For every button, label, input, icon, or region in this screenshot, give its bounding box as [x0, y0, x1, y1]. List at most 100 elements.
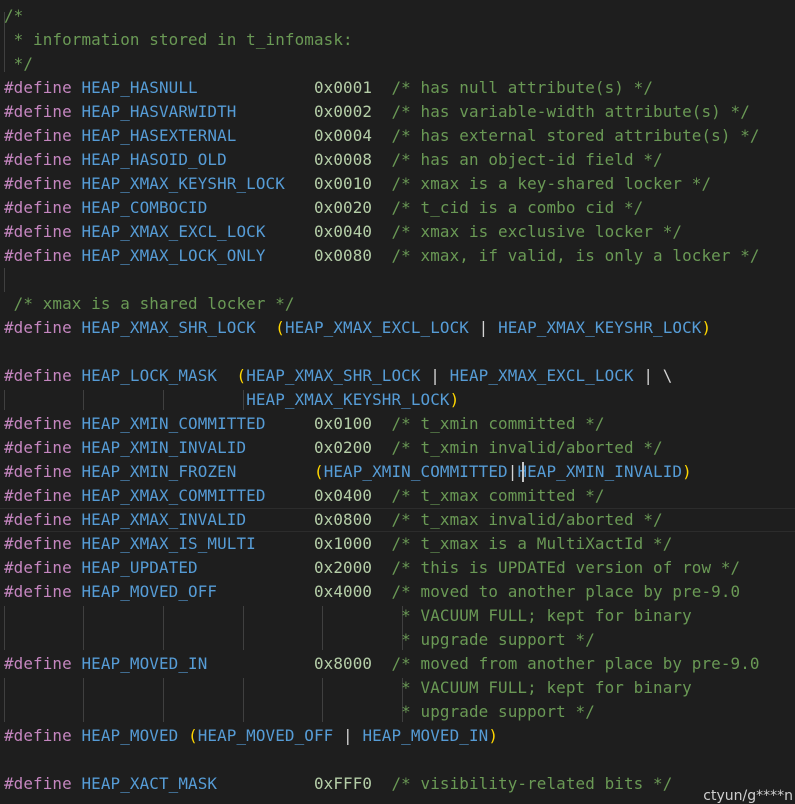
code-token: #define [4, 78, 82, 97]
code-token: /* t_xmin committed */ [391, 414, 605, 433]
code-line[interactable]: #define HEAP_XMAX_INVALID 0x0800 /* t_xm… [4, 508, 663, 532]
code-token: HEAP_HASVARWIDTH [81, 102, 237, 121]
code-line[interactable]: */ [4, 52, 33, 76]
code-line[interactable]: #define HEAP_MOVED_OFF 0x4000 /* moved t… [4, 580, 740, 604]
code-line[interactable]: * VACUUM FULL; kept for binary [4, 604, 692, 628]
code-line[interactable]: * information stored in t_infomask: [4, 28, 353, 52]
code-token: HEAP_XMAX_KEYSHR_LOCK [81, 174, 285, 193]
code-line[interactable]: #define HEAP_MOVED_IN 0x8000 /* moved fr… [4, 652, 760, 676]
code-line[interactable]: * upgrade support */ [4, 700, 595, 724]
code-token: 0x0020 [314, 198, 373, 217]
code-line[interactable]: #define HEAP_HASNULL 0x0001 /* has null … [4, 76, 653, 100]
code-token: #define [4, 438, 82, 457]
code-token: HEAP_XMAX_LOCK_ONLY [81, 246, 266, 265]
code-token: * information stored in t_infomask: [4, 30, 353, 49]
code-line[interactable]: #define HEAP_HASOID_OLD 0x0008 /* has an… [4, 148, 663, 172]
code-line[interactable]: #define HEAP_UPDATED 0x2000 /* this is U… [4, 556, 740, 580]
code-line[interactable]: /* [4, 4, 23, 28]
code-line[interactable]: #define HEAP_XACT_MASK 0xFFF0 /* visibil… [4, 772, 672, 796]
code-token: /* has external stored attribute(s) */ [391, 126, 760, 145]
code-line[interactable]: #define HEAP_XMIN_COMMITTED 0x0100 /* t_… [4, 412, 605, 436]
code-token: #define [4, 582, 82, 601]
code-token: HEAP_XMAX_SHR_LOCK [81, 318, 256, 337]
code-token: /* has null attribute(s) */ [391, 78, 654, 97]
code-token: HEAP_XACT_MASK [81, 774, 218, 793]
code-token: HEAP_XMIN_INVALID [517, 462, 683, 481]
code-line[interactable]: HEAP_XMAX_KEYSHR_LOCK) [4, 388, 459, 412]
code-line[interactable]: #define HEAP_XMIN_INVALID 0x0200 /* t_xm… [4, 436, 663, 460]
code-line[interactable]: * upgrade support */ [4, 628, 595, 652]
code-token: #define [4, 102, 82, 121]
code-token: HEAP_XMIN_COMMITTED [323, 462, 508, 481]
code-line[interactable]: * VACUUM FULL; kept for binary [4, 676, 692, 700]
code-token: HEAP_COMBOCID [81, 198, 208, 217]
text-cursor [522, 462, 524, 482]
code-token: HEAP_XMIN_INVALID [81, 438, 247, 457]
code-line[interactable]: /* xmax is a shared locker */ [4, 292, 295, 316]
code-line[interactable]: #define HEAP_XMAX_KEYSHR_LOCK 0x0010 /* … [4, 172, 711, 196]
code-token: #define [4, 414, 82, 433]
code-token: HEAP_XMAX_EXCL_LOCK [81, 222, 266, 241]
code-line[interactable]: #define HEAP_XMAX_COMMITTED 0x0400 /* t_… [4, 484, 605, 508]
code-line[interactable]: #define HEAP_XMAX_SHR_LOCK (HEAP_XMAX_EX… [4, 316, 711, 340]
code-token: 0x0004 [314, 126, 373, 145]
code-line[interactable]: #define HEAP_MOVED (HEAP_MOVED_OFF | HEA… [4, 724, 498, 748]
code-editor[interactable]: /* * information stored in t_infomask: *… [0, 0, 795, 804]
code-token: #define [4, 510, 82, 529]
code-line[interactable]: #define HEAP_HASVARWIDTH 0x0002 /* has v… [4, 100, 750, 124]
code-token: #define [4, 558, 82, 577]
code-line[interactable]: #define HEAP_COMBOCID 0x0020 /* t_cid is… [4, 196, 643, 220]
code-line[interactable]: #define HEAP_XMIN_FROZEN (HEAP_XMIN_COMM… [4, 460, 692, 484]
code-token: #define [4, 150, 82, 169]
code-token: HEAP_XMAX_EXCL_LOCK [449, 366, 634, 385]
code-token: /* has an object-id field */ [391, 150, 663, 169]
code-line[interactable]: #define HEAP_XMAX_LOCK_ONLY 0x0080 /* xm… [4, 244, 760, 268]
code-token: HEAP_MOVED_OFF [197, 726, 334, 745]
code-token: #define [4, 198, 82, 217]
code-token: 0x0010 [314, 174, 373, 193]
code-token: ) [449, 390, 460, 409]
code-line[interactable]: #define HEAP_XMAX_IS_MULTI 0x1000 /* t_x… [4, 532, 672, 556]
code-token: ( [314, 462, 324, 481]
code-token: #define [4, 726, 82, 745]
code-line[interactable]: #define HEAP_XMAX_EXCL_LOCK 0x0040 /* xm… [4, 220, 682, 244]
code-token: 0x0100 [314, 414, 373, 433]
code-line[interactable]: #define HEAP_HASEXTERNAL 0x0004 /* has e… [4, 124, 760, 148]
code-token: #define [4, 222, 82, 241]
code-token: 0x0800 [314, 510, 373, 529]
code-token: * VACUUM FULL; kept for binary [401, 606, 692, 625]
code-line[interactable]: #define HEAP_LOCK_MASK (HEAP_XMAX_SHR_LO… [4, 364, 672, 388]
code-token: * upgrade support */ [401, 630, 595, 649]
code-token: | [333, 726, 363, 745]
code-token: ) [682, 462, 692, 481]
code-token: | [507, 462, 518, 481]
code-token: #define [4, 126, 82, 145]
